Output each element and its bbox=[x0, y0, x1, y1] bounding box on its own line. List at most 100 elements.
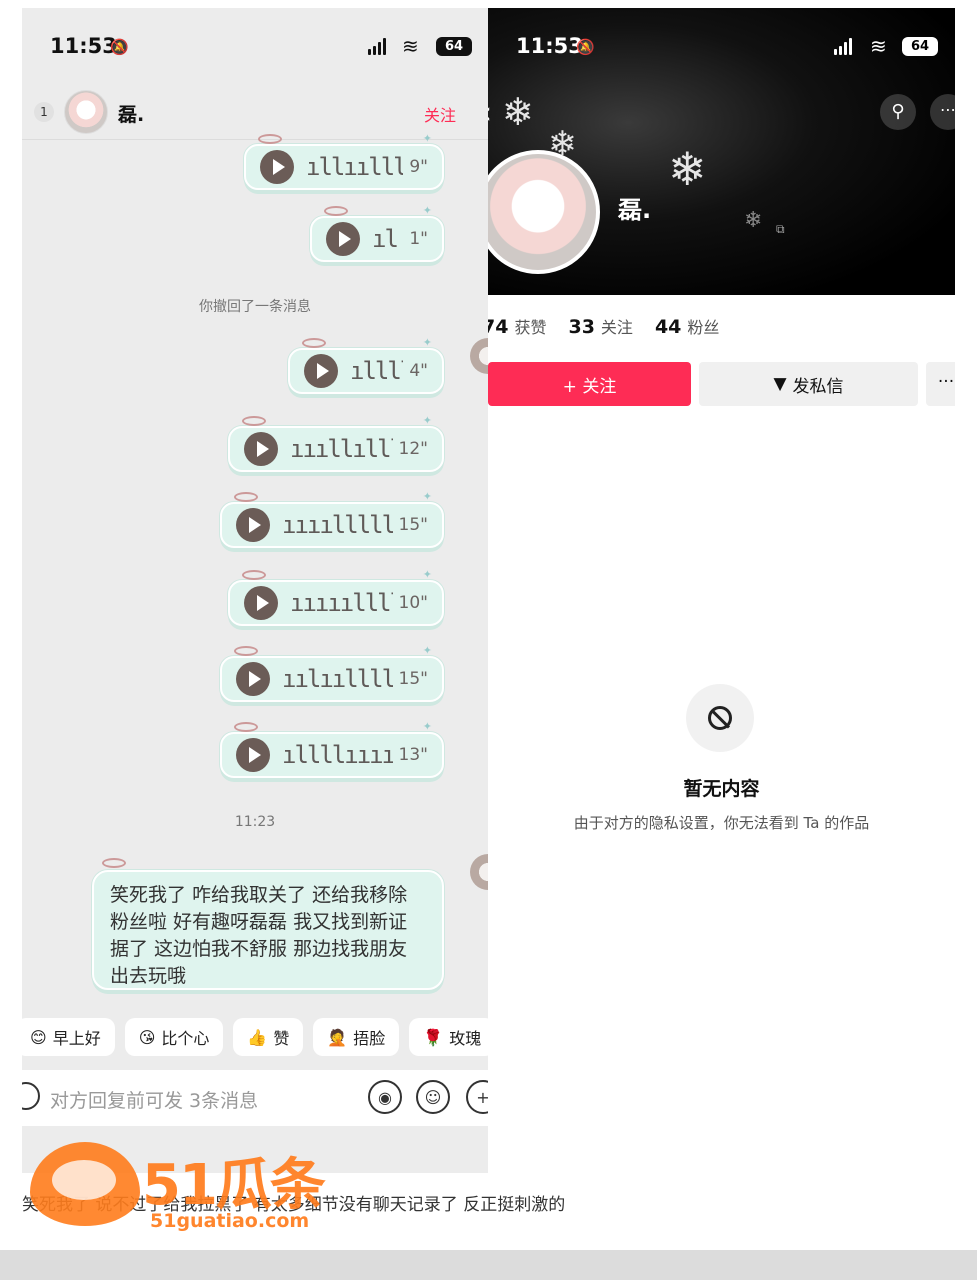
quick-reply-bar: 😊 早上好 😘 比个心 👍 赞 🤦 捂脸 🌹 玫瑰 bbox=[22, 1018, 488, 1056]
message-button-label: 发私信 bbox=[792, 376, 844, 397]
play-icon[interactable] bbox=[304, 354, 338, 388]
stat-value: 33 bbox=[568, 316, 595, 338]
copy-icon[interactable]: ⧉ bbox=[776, 222, 785, 237]
message-button[interactable]: ▼ 发私信 bbox=[699, 362, 918, 406]
voice-message[interactable]: ıl 1" bbox=[310, 204, 444, 262]
rose-icon: 🌹 bbox=[423, 1027, 444, 1047]
stat-value: 74 bbox=[488, 316, 509, 338]
voice-message[interactable]: ıııılllllllll 15" bbox=[220, 490, 444, 548]
follow-button[interactable]: + 关注 bbox=[488, 362, 691, 406]
voice-duration: 12" bbox=[398, 439, 428, 459]
text-message[interactable]: 笑死我了 咋给我取关了 还给我移除粉丝啦 好有趣呀磊磊 我又找到新证据了 这边怕… bbox=[92, 858, 444, 990]
play-icon[interactable] bbox=[244, 586, 278, 620]
unread-badge[interactable]: 1 bbox=[34, 102, 54, 122]
stat-label: 关注 bbox=[600, 318, 633, 337]
quick-reply-chip[interactable]: 😘 比个心 bbox=[124, 1018, 224, 1056]
my-avatar[interactable] bbox=[470, 338, 488, 374]
stat-likes[interactable]: 74 获赞 bbox=[488, 314, 546, 338]
my-avatar[interactable] bbox=[470, 854, 488, 890]
chat-header: 1 磊. 关注 bbox=[22, 88, 488, 140]
profile-name: 磊. bbox=[618, 196, 652, 224]
wifi-icon: ≋ bbox=[870, 34, 887, 58]
chat-screen: 11:53 🔕 ≋ 64 1 磊. 关注 ıllıılllllll 9" ıl … bbox=[22, 8, 488, 1173]
play-icon[interactable] bbox=[236, 662, 270, 696]
wifi-icon: ≋ bbox=[402, 34, 419, 58]
empty-title: 暂无内容 bbox=[683, 778, 760, 800]
plus-icon[interactable]: + bbox=[466, 1080, 488, 1114]
search-icon[interactable]: ⚲ bbox=[880, 94, 916, 130]
voice-duration: 4" bbox=[409, 361, 428, 381]
emoji-icon[interactable]: ☺ bbox=[416, 1080, 450, 1114]
status-time: 11:53 bbox=[50, 34, 117, 58]
footer-bar bbox=[0, 1250, 977, 1280]
waveform: ıııılllllllll bbox=[282, 511, 393, 539]
camera-icon[interactable] bbox=[22, 1082, 40, 1110]
play-icon[interactable] bbox=[236, 738, 270, 772]
waveform: ıllıılllllll bbox=[306, 153, 404, 181]
play-icon[interactable] bbox=[326, 222, 360, 256]
time-divider: 11:23 bbox=[234, 814, 276, 830]
watermark-url: 51guatiao.com bbox=[150, 1210, 310, 1232]
play-icon[interactable] bbox=[236, 508, 270, 542]
profile-cover: 11:53 🔕 ≋ 64 ❄ ❄ ❄ ❄ ‹ ⚲ ⋯ 磊. ⧉ bbox=[488, 8, 955, 295]
battery-indicator: 64 bbox=[902, 37, 938, 56]
voice-duration: 15" bbox=[398, 515, 428, 535]
voice-duration: 1" bbox=[409, 229, 428, 249]
stat-value: 44 bbox=[654, 316, 682, 338]
contact-name[interactable]: 磊. bbox=[118, 100, 144, 127]
voice-duration: 10" bbox=[398, 593, 428, 613]
snowflake-icon: ❄ bbox=[744, 208, 763, 233]
contact-avatar[interactable] bbox=[64, 90, 108, 134]
message-input-bar: 对方回复前可发 3条消息 ◉ ☺ + bbox=[22, 1070, 488, 1126]
voice-message[interactable]: ıılıılllllıl 15" bbox=[220, 644, 444, 702]
empty-state-icon bbox=[686, 684, 754, 752]
facepalm-icon: 🤦 bbox=[327, 1027, 348, 1047]
play-icon[interactable] bbox=[244, 432, 278, 466]
voice-message[interactable]: ııııılllllll 10" bbox=[228, 568, 444, 626]
play-icon[interactable] bbox=[260, 150, 294, 184]
quick-reply-chip[interactable]: 😊 早上好 bbox=[22, 1018, 115, 1056]
more-icon[interactable]: ⋯ bbox=[930, 94, 955, 130]
signal-icon bbox=[834, 38, 852, 55]
voice-input-icon[interactable]: ◉ bbox=[368, 1080, 402, 1114]
more-options-button[interactable]: ··· bbox=[926, 362, 955, 406]
watermelon-logo-icon bbox=[30, 1142, 140, 1226]
stat-following[interactable]: 33 关注 bbox=[568, 314, 632, 338]
status-time: 11:53 bbox=[516, 34, 583, 58]
quick-reply-chip[interactable]: 🤦 捂脸 bbox=[313, 1018, 400, 1056]
follow-link[interactable]: 关注 bbox=[424, 102, 456, 126]
status-bar: 11:53 🔕 ≋ 64 bbox=[488, 8, 955, 86]
waveform: ıllllııııllı bbox=[282, 741, 393, 769]
sun-emoji-icon: 😊 bbox=[30, 1027, 47, 1047]
voice-message[interactable]: ıllll 4" bbox=[288, 336, 444, 394]
profile-stats: 74 获赞 33 关注 44 粉丝 bbox=[488, 314, 719, 338]
watermark-logo: 51瓜条 51guatiao.com bbox=[30, 1140, 350, 1240]
empty-subtitle: 由于对方的隐私设置，你无法看到 Ta 的作品 bbox=[573, 814, 870, 832]
thumbs-up-icon: 👍 bbox=[247, 1027, 268, 1047]
voice-duration: 9" bbox=[409, 157, 428, 177]
voice-message[interactable]: ıllllııııllı 13" bbox=[220, 720, 444, 778]
voice-message[interactable]: ıııllıllllll 12" bbox=[228, 414, 444, 472]
status-bar: 11:53 🔕 ≋ 64 bbox=[22, 8, 488, 86]
screenshot-canvas: 11:53 🔕 ≋ 64 1 磊. 关注 ıllıılllllll 9" ıl … bbox=[0, 0, 977, 1280]
message-input[interactable]: 对方回复前可发 3条消息 bbox=[50, 1086, 258, 1113]
voice-message[interactable]: ıllıılllllll 9" bbox=[244, 132, 444, 190]
kiss-emoji-icon: 😘 bbox=[138, 1027, 156, 1047]
stat-label: 粉丝 bbox=[687, 318, 720, 337]
voice-duration: 15" bbox=[398, 669, 428, 689]
quick-reply-chip[interactable]: 🌹 玫瑰 bbox=[409, 1018, 488, 1056]
chip-label: 赞 bbox=[273, 1029, 290, 1048]
quick-reply-chip[interactable]: 👍 赞 bbox=[233, 1018, 304, 1056]
battery-indicator: 64 bbox=[436, 37, 472, 56]
stat-label: 获赞 bbox=[514, 318, 547, 337]
back-arrow-icon[interactable]: ‹ bbox=[488, 96, 492, 131]
chip-label: 早上好 bbox=[52, 1029, 101, 1048]
chip-label: 捂脸 bbox=[353, 1029, 386, 1048]
profile-screen: 11:53 🔕 ≋ 64 ❄ ❄ ❄ ❄ ‹ ⚲ ⋯ 磊. ⧉ 74 获赞 33 关… bbox=[488, 8, 955, 1173]
mute-bell-icon: 🔕 bbox=[110, 38, 129, 56]
chip-label: 比个心 bbox=[161, 1029, 210, 1048]
waveform: ıllll bbox=[350, 357, 403, 385]
stat-followers[interactable]: 44 粉丝 bbox=[655, 314, 719, 338]
profile-avatar[interactable] bbox=[488, 150, 600, 274]
signal-icon bbox=[368, 38, 386, 55]
